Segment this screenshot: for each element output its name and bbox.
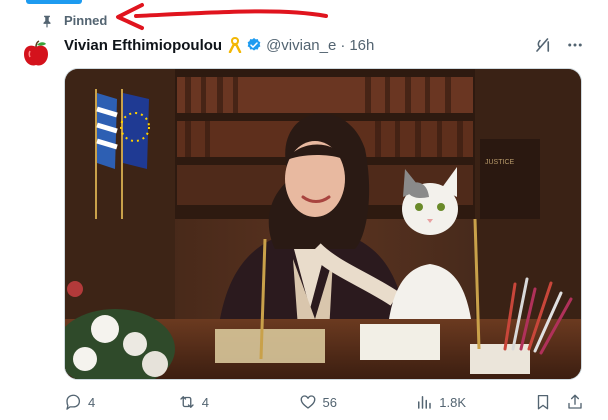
pinned-row: Pinned xyxy=(40,13,107,28)
share-icon xyxy=(568,394,582,409)
book-title-label: JUSTICE xyxy=(485,159,515,166)
heart-icon xyxy=(300,395,315,409)
active-tab-indicator xyxy=(26,0,82,4)
pinned-label: Pinned xyxy=(64,13,108,28)
views-count: 1.8K xyxy=(439,394,467,410)
views-button[interactable]: 1.8K xyxy=(415,393,534,411)
retweet-count: 4 xyxy=(201,394,210,410)
pin-icon xyxy=(43,15,51,27)
reply-button[interactable]: 4 xyxy=(64,393,178,411)
grok-icon[interactable] xyxy=(534,36,552,54)
photo-content: JUSTICE xyxy=(65,69,581,379)
tweet-actions: 4 4 56 1.8K xyxy=(64,390,584,414)
separator-dot: · xyxy=(340,36,346,54)
retweet-button[interactable]: 4 xyxy=(178,393,299,411)
reply-icon xyxy=(66,394,81,410)
author-handle[interactable]: @vivian_e xyxy=(266,37,336,54)
author-name[interactable]: Vivian Efthimiopoulou xyxy=(64,37,222,54)
more-options-icon[interactable] xyxy=(566,36,584,54)
red-arrow-annotation xyxy=(116,3,328,30)
like-count: 56 xyxy=(322,394,337,410)
yellow-ribbon-icon xyxy=(228,37,242,53)
bookmark-icon xyxy=(537,394,549,410)
tweet-photo[interactable]: JUSTICE xyxy=(64,68,582,380)
reply-count: 4 xyxy=(88,394,96,410)
share-button[interactable] xyxy=(566,393,584,411)
tweet-header: Vivian Efthimiopoulou @vivian_e · 16h xyxy=(64,34,584,56)
like-button[interactable]: 56 xyxy=(299,393,416,411)
bookmark-button[interactable] xyxy=(534,393,552,411)
verified-icon[interactable] xyxy=(246,37,262,53)
retweet-icon xyxy=(180,396,194,408)
timestamp[interactable]: 16h xyxy=(349,37,374,54)
apple-avatar-icon[interactable] xyxy=(22,40,50,68)
views-chart-icon xyxy=(418,396,432,409)
